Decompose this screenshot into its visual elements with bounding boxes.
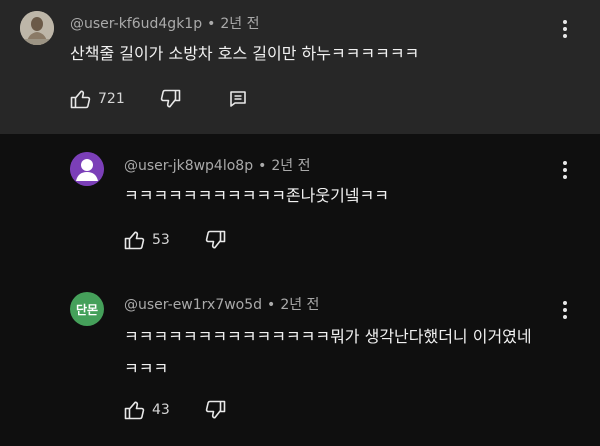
more-options-button[interactable] [558, 20, 572, 38]
comment-item: @user-kf6ud4gk1p • 2년 전 산책줄 길이가 소방차 호스 길이만… [0, 0, 600, 134]
dislike-button[interactable] [204, 400, 226, 420]
avatar[interactable] [20, 11, 54, 45]
timestamp[interactable]: 2년 전 [280, 297, 319, 313]
like-count: 53 [152, 232, 170, 248]
comment-actions: 721 [70, 89, 247, 109]
comment-text-line: ㅋㅋㅋㅋㅋㅋㅋㅋㅋㅋㅋㅋㅋㅋ뭐가 생각난다했더니 이거였네 [124, 327, 532, 346]
comment-meta: @user-ew1rx7wo5d • 2년 전 [124, 294, 319, 314]
more-dot-icon [563, 34, 567, 38]
username[interactable]: @user-ew1rx7wo5d [124, 297, 262, 313]
dislike-button[interactable] [204, 230, 226, 250]
more-options-button[interactable] [558, 161, 572, 179]
like-button[interactable] [124, 400, 146, 420]
meta-separator: • [207, 16, 216, 32]
default-person-avatar-icon [70, 152, 104, 186]
more-dot-icon [563, 301, 567, 305]
timestamp[interactable]: 2년 전 [220, 16, 259, 32]
avatar[interactable] [70, 152, 104, 186]
meta-separator: • [267, 297, 276, 313]
more-dot-icon [563, 308, 567, 312]
avatar[interactable]: 단몬 [70, 292, 104, 326]
thumbs-down-icon [160, 89, 181, 108]
comment-text-line: ㅋㅋㅋ [124, 359, 169, 378]
comment-actions: 43 [124, 400, 274, 420]
more-dot-icon [563, 27, 567, 31]
thumbs-down-icon [205, 230, 226, 249]
more-options-button[interactable] [558, 301, 572, 319]
dislike-button[interactable] [159, 89, 181, 109]
comment-text: 산책줄 길이가 소방차 호스 길이만 하누ㅋㅋㅋㅋㅋㅋ [70, 44, 420, 63]
more-dot-icon [563, 175, 567, 179]
comment-text: ㅋㅋㅋㅋㅋㅋㅋㅋㅋㅋㅋ존나웃기넼ㅋㅋ [124, 186, 389, 205]
photo-avatar-icon [20, 11, 54, 45]
meta-separator: • [258, 158, 267, 174]
thumbs-down-icon [205, 400, 226, 419]
more-dot-icon [563, 315, 567, 319]
thumbs-up-icon [124, 401, 145, 420]
like-count: 43 [152, 402, 170, 418]
reply-button[interactable] [229, 90, 247, 108]
more-dot-icon [563, 161, 567, 165]
thumbs-up-icon [70, 90, 91, 109]
reply-item: 단몬 @user-ew1rx7wo5d • 2년 전 ㅋㅋㅋㅋㅋㅋㅋㅋㅋㅋㅋㅋㅋㅋ뭐… [0, 272, 600, 446]
reply-comment-icon [229, 91, 246, 107]
avatar-initials: 단몬 [75, 302, 99, 317]
thumbs-up-icon [124, 231, 145, 250]
comment-text: ㅋㅋㅋㅋㅋㅋㅋㅋㅋㅋㅋㅋㅋㅋ뭐가 생각난다했더니 이거였네 ㅋㅋㅋ [124, 321, 574, 385]
username[interactable]: @user-jk8wp4lo8p [124, 158, 253, 174]
username[interactable]: @user-kf6ud4gk1p [70, 16, 202, 32]
like-button[interactable] [70, 89, 92, 109]
like-count: 721 [98, 91, 125, 107]
timestamp[interactable]: 2년 전 [271, 158, 310, 174]
more-dot-icon [563, 20, 567, 24]
reply-item: @user-jk8wp4lo8p • 2년 전 ㅋㅋㅋㅋㅋㅋㅋㅋㅋㅋㅋ존나웃기넼ㅋㅋ… [0, 134, 600, 272]
comment-meta: @user-jk8wp4lo8p • 2년 전 [124, 155, 310, 175]
more-dot-icon [563, 168, 567, 172]
like-button[interactable] [124, 230, 146, 250]
comment-meta: @user-kf6ud4gk1p • 2년 전 [70, 13, 259, 33]
comment-actions: 53 [124, 230, 274, 250]
